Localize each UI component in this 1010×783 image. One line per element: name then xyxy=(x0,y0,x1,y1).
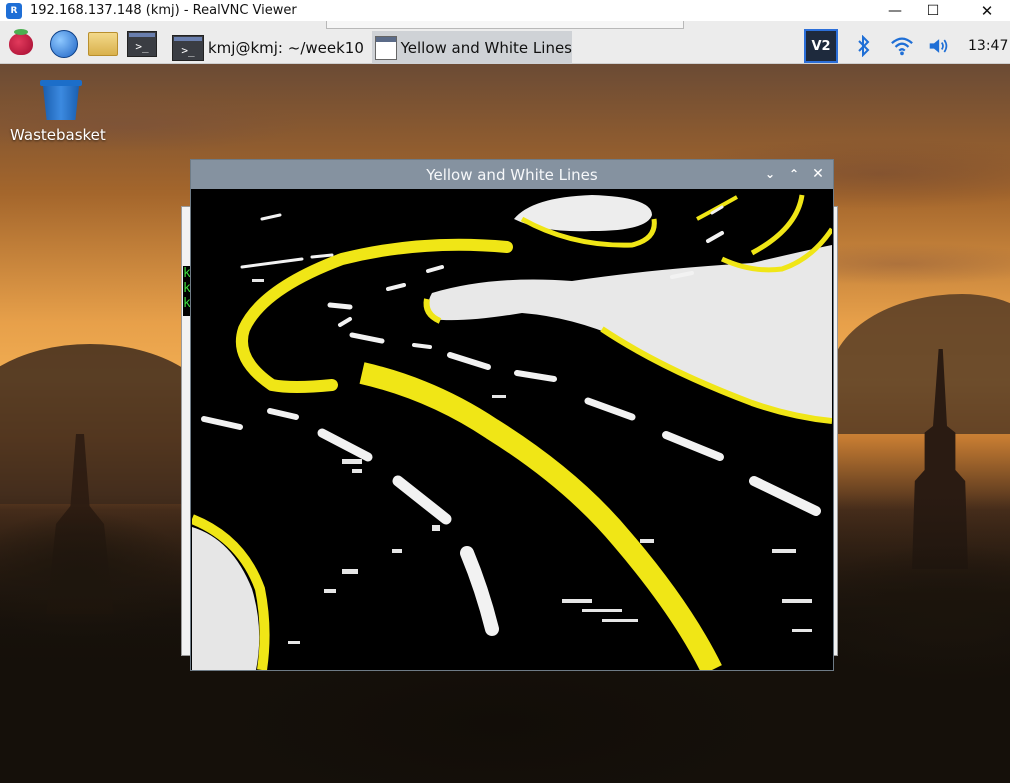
white-dash xyxy=(327,302,353,310)
window-titlebar[interactable]: Yellow and White Lines ⌄ ⌃ ✕ xyxy=(191,160,833,189)
volume-icon[interactable] xyxy=(928,34,952,58)
web-browser-icon[interactable] xyxy=(49,30,79,58)
clock: 13:47 xyxy=(968,38,1009,54)
task-terminal[interactable]: >_ kmj@kmj: ~/week10 xyxy=(172,31,370,64)
image-canvas xyxy=(192,189,832,670)
window-close-button[interactable]: ✕ xyxy=(809,165,827,183)
window-icon xyxy=(375,35,397,60)
task-yellow-white-lines-label: Yellow and White Lines xyxy=(400,38,572,57)
task-yellow-white-lines[interactable]: Yellow and White Lines xyxy=(372,31,572,64)
panel-drop-region xyxy=(326,21,684,29)
close-button[interactable]: ✕ xyxy=(964,0,1010,21)
window-title: Yellow and White Lines xyxy=(426,165,598,184)
window-minimize-button[interactable]: ⌄ xyxy=(761,165,779,183)
terminal-icon[interactable]: >_ xyxy=(127,30,157,58)
task-terminal-label: kmj@kmj: ~/week10 xyxy=(208,38,364,57)
raspberry-menu-icon[interactable] xyxy=(6,29,36,58)
white-dash xyxy=(412,343,432,349)
file-manager-icon[interactable] xyxy=(88,30,118,58)
trash-icon[interactable] xyxy=(40,80,82,122)
vnc-titlebar: R 192.168.137.148 (kmj) - RealVNC Viewer… xyxy=(0,0,1010,21)
realvnc-logo-icon: R xyxy=(6,2,22,19)
bluetooth-icon[interactable] xyxy=(852,34,876,58)
window-maximize-button[interactable]: ⌃ xyxy=(785,165,803,183)
vnc-server-tray-icon[interactable]: V2 xyxy=(804,29,838,63)
yellow-white-lines-window[interactable]: Yellow and White Lines ⌄ ⌃ ✕ xyxy=(190,159,834,671)
vnc-window-title: 192.168.137.148 (kmj) - RealVNC Viewer xyxy=(30,3,297,18)
wastebasket-label[interactable]: Wastebasket xyxy=(10,126,110,144)
maximize-button[interactable]: ☐ xyxy=(910,0,956,21)
terminal-icon: >_ xyxy=(172,34,204,61)
wifi-icon[interactable] xyxy=(890,34,914,58)
white-dash xyxy=(310,253,334,259)
